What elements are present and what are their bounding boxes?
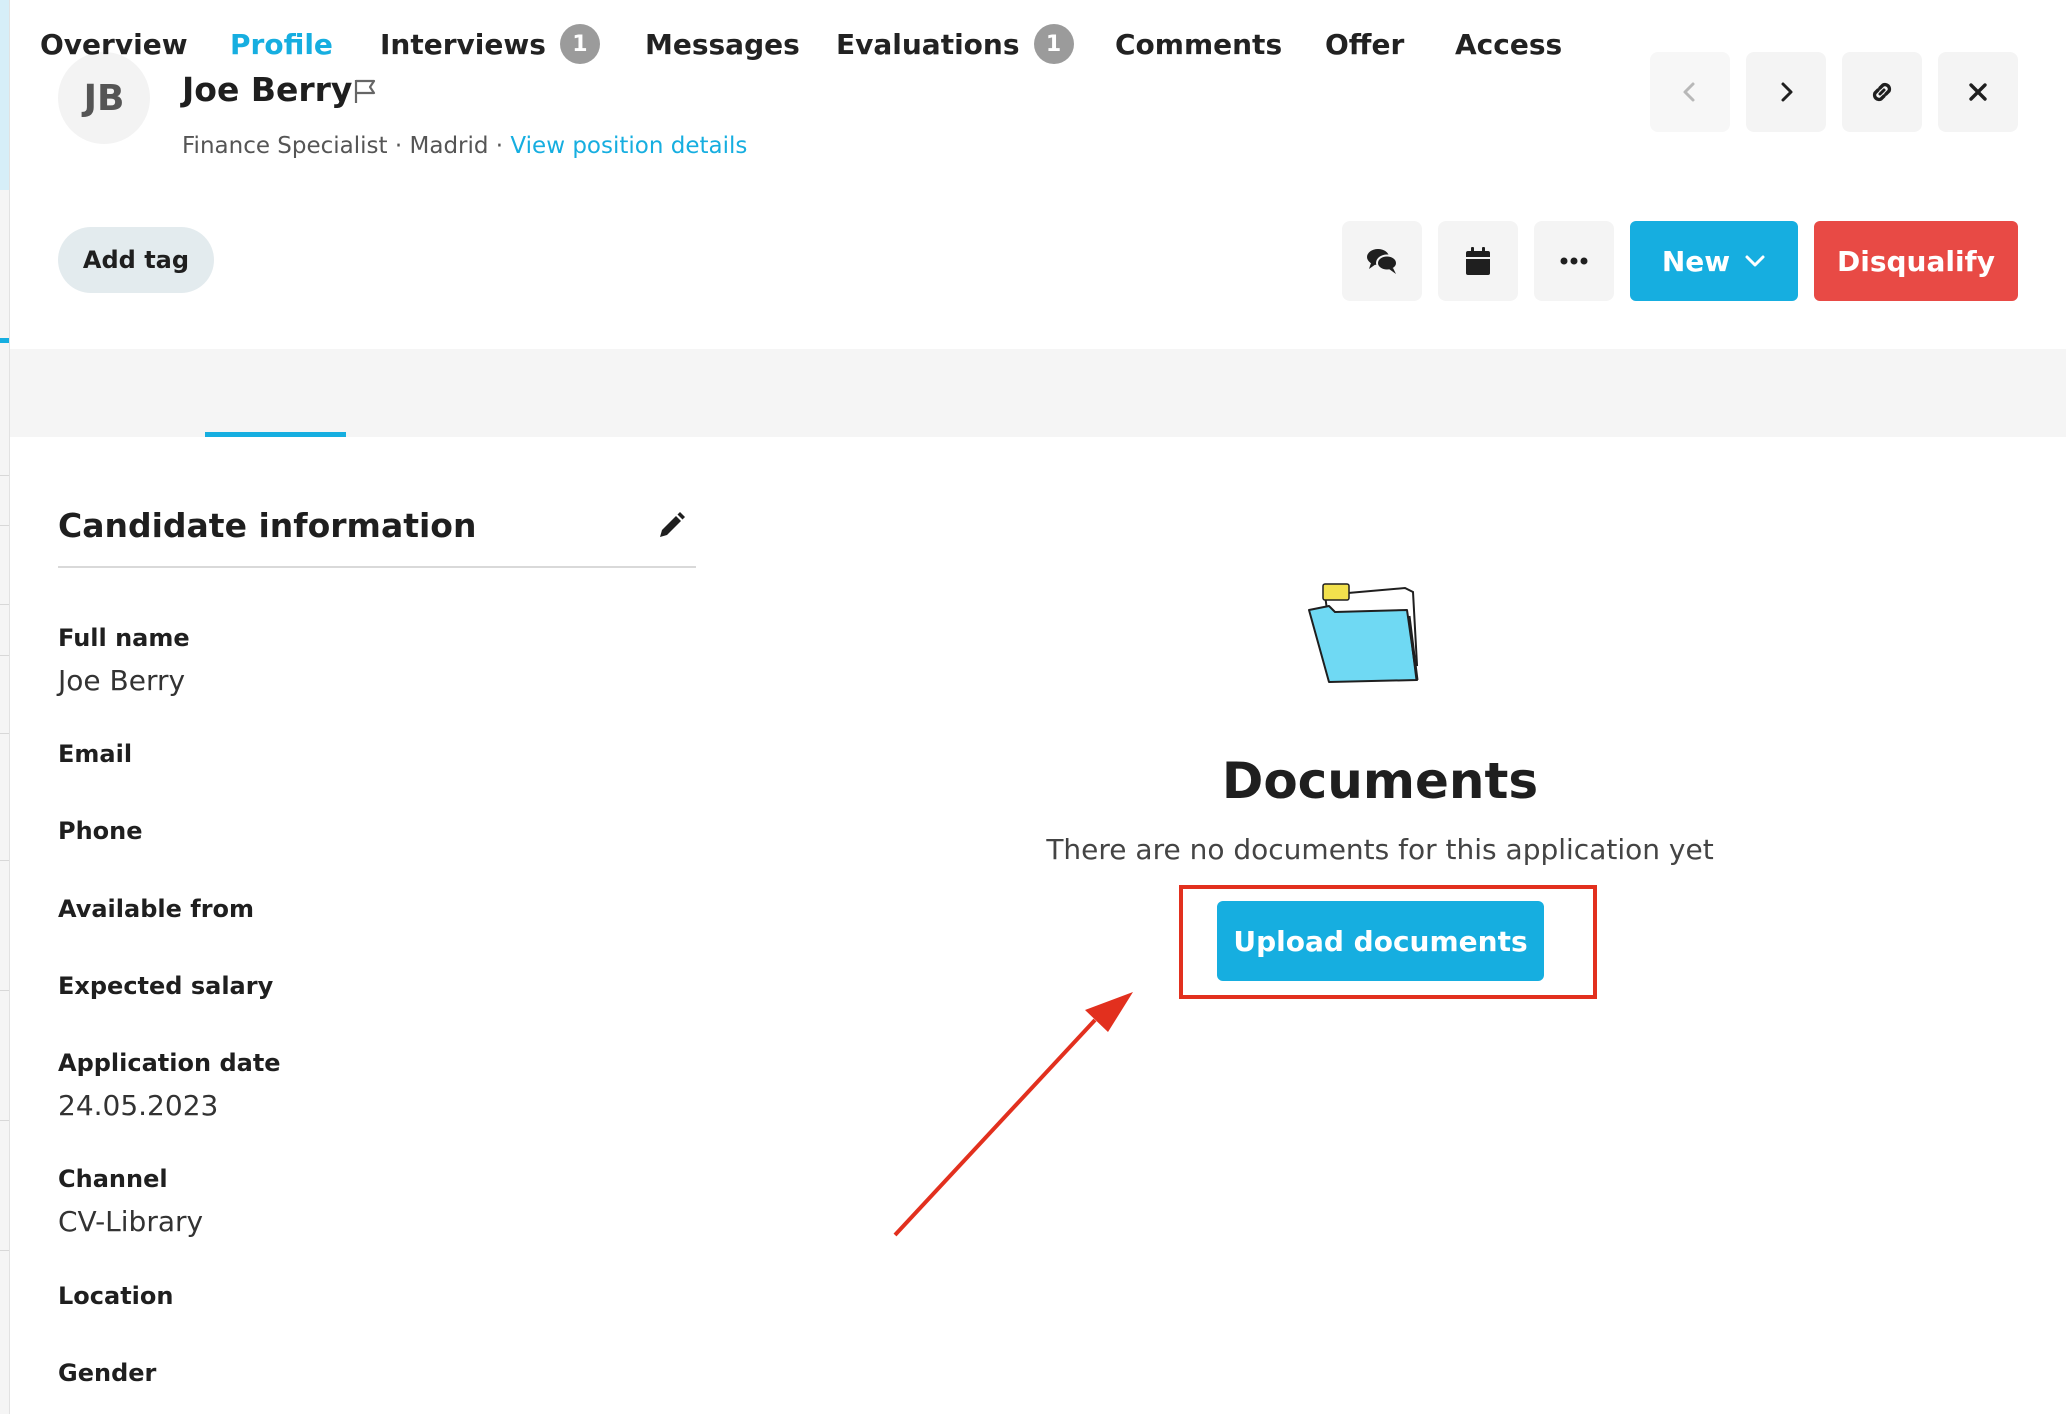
tab-label: Access <box>1455 27 1563 61</box>
tab-overview[interactable]: Overview <box>40 0 188 88</box>
calendar-icon <box>1466 247 1490 275</box>
more-icon <box>1560 257 1588 265</box>
position-title: Finance Specialist <box>182 133 388 159</box>
field-value-application-date: 24.05.2023 <box>58 1089 219 1122</box>
count-badge: 1 <box>1033 24 1074 64</box>
new-button-label: New <box>1661 244 1731 278</box>
tab-label: Comments <box>1115 27 1283 61</box>
tab-label: Overview <box>40 27 188 61</box>
field-value-channel: CV-Library <box>58 1205 204 1238</box>
documents-empty-message: There are no documents for this applicat… <box>1046 833 1714 866</box>
next-button[interactable] <box>1746 52 1826 132</box>
disqualify-button[interactable]: Disqualify <box>1814 221 2018 301</box>
separator: · <box>495 133 504 159</box>
chevron-left-icon <box>1683 82 1695 102</box>
field-value-full-name: Joe Berry <box>58 664 186 697</box>
separator: · <box>394 133 403 159</box>
annotation-highlight-box <box>1179 885 1597 999</box>
tab-access[interactable]: Access <box>1455 0 1562 88</box>
tab-label: Profile <box>230 27 333 61</box>
more-options-button[interactable] <box>1534 221 1614 301</box>
tab-evaluations[interactable]: Evaluations 1 <box>836 0 1074 88</box>
previous-button[interactable] <box>1650 52 1730 132</box>
background-page-edge <box>0 0 10 1414</box>
tab-label: Evaluations <box>836 27 1020 61</box>
tab-offer[interactable]: Offer <box>1325 0 1404 88</box>
close-button[interactable] <box>1938 52 2018 132</box>
field-label-full-name: Full name <box>58 624 190 652</box>
add-tag-button[interactable]: Add tag <box>58 227 214 293</box>
tab-messages[interactable]: Messages <box>645 0 800 88</box>
section-title: Candidate information <box>58 506 477 545</box>
tab-label: Offer <box>1325 27 1405 61</box>
tab-comments[interactable]: Comments <box>1115 0 1282 88</box>
count-badge: 1 <box>559 24 600 64</box>
chevron-right-icon <box>1781 82 1793 102</box>
tab-interviews[interactable]: Interviews 1 <box>380 0 600 88</box>
tab-profile[interactable]: Profile <box>230 0 333 88</box>
link-icon <box>1872 82 1892 102</box>
field-label-available-from: Available from <box>58 895 255 923</box>
tab-bar <box>10 349 2066 437</box>
close-icon <box>1969 83 1987 101</box>
field-label-channel: Channel <box>58 1165 168 1193</box>
annotation-arrow-icon <box>893 992 1133 1237</box>
folder-icon <box>1308 583 1419 683</box>
field-label-location: Location <box>58 1282 174 1310</box>
documents-title: Documents <box>1221 752 1539 810</box>
view-position-link[interactable]: View position details <box>510 133 747 159</box>
tab-label: Interviews <box>380 27 546 61</box>
candidate-subtitle: Finance Specialist · Madrid · View posit… <box>182 133 747 159</box>
message-button[interactable] <box>1342 221 1422 301</box>
field-label-email: Email <box>58 740 133 768</box>
new-dropdown-button[interactable]: New <box>1630 221 1798 301</box>
chat-icon <box>1367 249 1398 274</box>
chevron-down-icon <box>1745 255 1765 267</box>
pencil-icon[interactable] <box>655 510 687 542</box>
field-label-application-date: Application date <box>58 1049 281 1077</box>
tab-label: Messages <box>645 27 800 61</box>
flag-icon[interactable] <box>350 76 380 106</box>
field-label-gender: Gender <box>58 1359 157 1387</box>
copy-link-button[interactable] <box>1842 52 1922 132</box>
candidate-location: Madrid <box>409 133 489 159</box>
field-label-phone: Phone <box>58 817 143 845</box>
active-tab-indicator <box>205 432 346 437</box>
schedule-button[interactable] <box>1438 221 1518 301</box>
field-label-expected-salary: Expected salary <box>58 972 274 1000</box>
divider <box>58 566 696 568</box>
